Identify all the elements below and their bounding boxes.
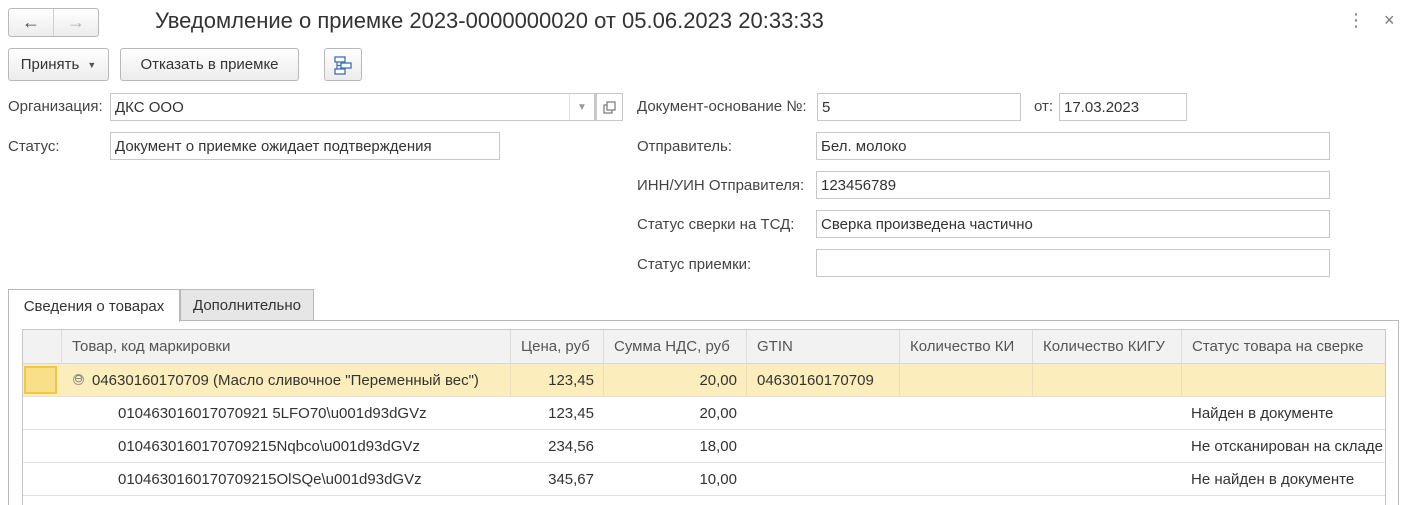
group-gtin-cell: 04630160170709 [746, 364, 899, 397]
base-document-label: Документ-основание №: [637, 98, 807, 115]
group-price-cell: 123,45 [510, 364, 603, 397]
arrow-left-icon: ← [22, 12, 40, 32]
header-ki-count[interactable]: Количество КИ [899, 330, 1032, 364]
gtin-cell [746, 463, 899, 496]
base-document-number-field[interactable]: 5 [817, 93, 1021, 121]
group-status-cell [1181, 364, 1385, 397]
status-field[interactable]: Документ о приемке ожидает подтверждения [110, 132, 500, 160]
organization-open-button[interactable] [596, 93, 623, 121]
document-structure-icon [334, 55, 352, 75]
ki-cell [899, 397, 1032, 430]
price-cell: 345,67 [548, 471, 594, 488]
price-cell: 123,45 [548, 405, 594, 422]
reject-acceptance-button[interactable]: Отказать в приемке [120, 48, 299, 81]
date-label: от: [1034, 98, 1054, 115]
sender-label: Отправитель: [637, 138, 732, 155]
sender-inn-field[interactable]: 123456789 [816, 171, 1330, 199]
kigu-cell [1032, 397, 1181, 430]
ki-cell [899, 430, 1032, 463]
arrow-right-icon: → [67, 12, 85, 32]
chevron-down-icon: ▼ [87, 59, 97, 70]
marking-code-cell: 0104630160170709215Nqbco\u001d93dGVz [118, 438, 420, 455]
kigu-cell [1032, 463, 1181, 496]
document-title: Уведомление о приемке 2023-0000000020 от… [155, 8, 824, 33]
group-ki-cell [899, 364, 1032, 397]
check-status-cell: Не найден в документе [1191, 471, 1355, 488]
tsd-status-field[interactable]: Сверка произведена частично [816, 210, 1330, 238]
group-product-cell: ⊖ 04630160170709 (Масло сливочное "Переме… [73, 364, 510, 397]
check-status-cell: Найден в документе [1191, 405, 1334, 422]
tsd-status-label: Статус сверки на ТСД: [637, 216, 795, 233]
tab-additional[interactable]: Дополнительно [180, 289, 314, 321]
header-check-status[interactable]: Статус товара на сверке [1181, 330, 1385, 364]
tab-panel-right-border [1398, 320, 1399, 505]
sender-field[interactable]: Бел. молоко [816, 132, 1330, 160]
collapse-icon[interactable]: ⊖ [73, 373, 84, 385]
tab-goods-info-label: Сведения о товарах [23, 297, 165, 315]
table-row[interactable]: 0104630160170709215OlSQe\u001d93dGVz 345… [23, 463, 1385, 496]
table-header: Товар, код маркировки Цена, руб Сумма НД… [23, 330, 1385, 364]
kigu-cell [1032, 430, 1181, 463]
back-button[interactable]: ← [9, 9, 53, 36]
vat-cell: 20,00 [699, 405, 737, 422]
base-document-date-field[interactable]: 17.03.2023 [1059, 93, 1187, 121]
row-selection-marker [24, 366, 57, 394]
tab-panel-left-border [8, 320, 9, 505]
header-marker-cell [23, 330, 61, 364]
sender-inn-label: ИНН/УИН Отправителя: [637, 177, 805, 194]
group-kigu-cell [1032, 364, 1181, 397]
accept-button-label: Принять [20, 56, 80, 73]
close-icon[interactable]: × [1384, 10, 1395, 30]
organization-field[interactable]: ДКС ООО [110, 93, 596, 121]
ki-cell [899, 463, 1032, 496]
table-row[interactable]: 0104630160170709215Nqbco\u001d93dGVz 234… [23, 430, 1385, 463]
reject-acceptance-label: Отказать в приемке [140, 56, 279, 73]
vat-cell: 18,00 [699, 438, 737, 455]
organization-label: Организация: [8, 98, 103, 115]
group-product-text: 04630160170709 (Масло сливочное "Перемен… [92, 372, 479, 389]
tab-additional-label: Дополнительно [193, 297, 301, 314]
structure-button[interactable] [324, 48, 362, 81]
marking-code-cell: 0104630160170709215OlSQe\u001d93dGVz [118, 471, 422, 488]
header-gtin[interactable]: GTIN [746, 330, 899, 364]
group-vat-cell: 20,00 [603, 364, 746, 397]
table-row-group[interactable]: ⊖ 04630160170709 (Масло сливочное "Переме… [23, 364, 1385, 397]
tab-divider [8, 320, 1398, 321]
history-navigation: ← → [8, 8, 99, 37]
gtin-cell [746, 397, 899, 430]
goods-table: Товар, код маркировки Цена, руб Сумма НД… [22, 329, 1386, 505]
vat-cell: 10,00 [699, 471, 737, 488]
status-label: Статус: [8, 138, 60, 155]
header-product[interactable]: Товар, код маркировки [61, 330, 510, 364]
marking-code-cell: 010463016017070921 5LFO70\u001d93dGVz [118, 405, 427, 422]
organization-dropdown-button[interactable]: ▼ [569, 93, 595, 121]
header-price[interactable]: Цена, руб [510, 330, 603, 364]
acceptance-status-label: Статус приемки: [637, 256, 752, 273]
tab-goods-info[interactable]: Сведения о товарах [8, 289, 180, 322]
price-cell: 234,56 [548, 438, 594, 455]
header-kigu-count[interactable]: Количество КИГУ [1032, 330, 1181, 364]
check-status-cell: Не отсканирован на складе [1191, 438, 1383, 455]
open-window-icon [603, 100, 616, 114]
chevron-down-icon: ▼ [577, 101, 587, 113]
table-row[interactable]: 010463016017070921 5LFO70\u001d93dGVz 12… [23, 397, 1385, 430]
accept-button[interactable]: Принять ▼ [8, 48, 109, 81]
gtin-cell [746, 430, 899, 463]
header-vat[interactable]: Сумма НДС, руб [603, 330, 746, 364]
more-options-icon[interactable]: ⋮ [1347, 10, 1365, 30]
acceptance-status-field[interactable] [816, 249, 1330, 277]
forward-button[interactable]: → [53, 9, 98, 36]
